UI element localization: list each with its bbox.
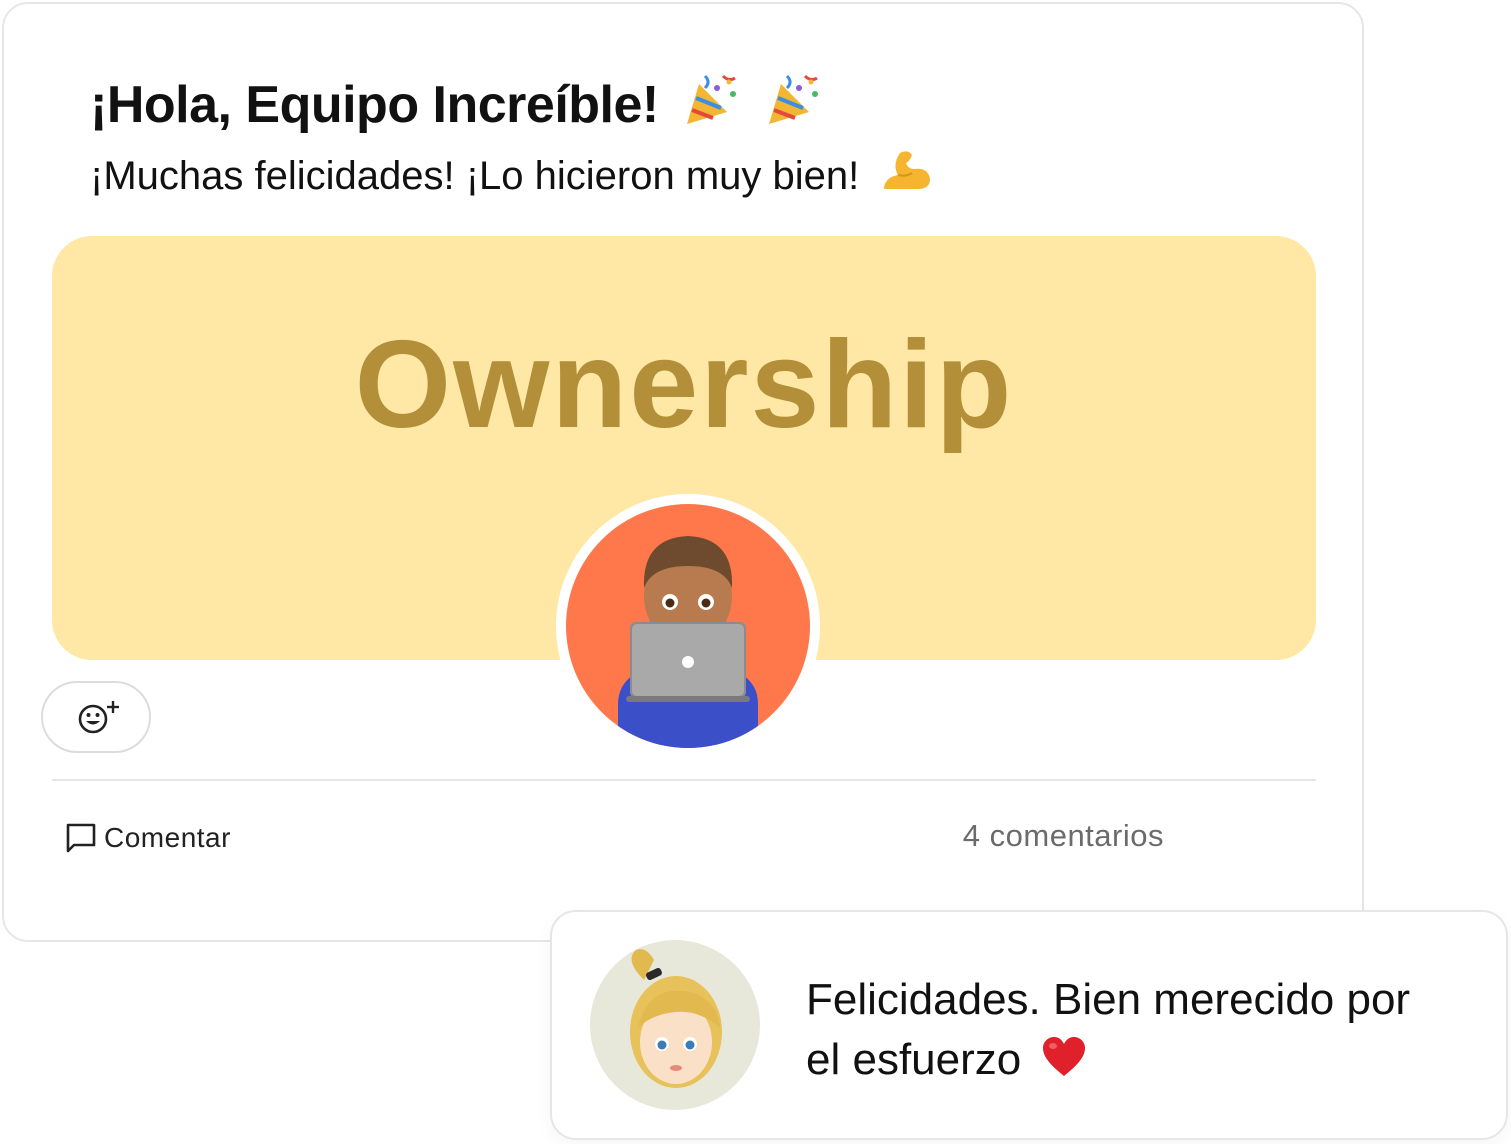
comment-button[interactable]: Comentar [64, 818, 231, 858]
comments-count-link[interactable]: 4 comentarios [963, 818, 1164, 854]
post-title-text: ¡Hola, Equipo Increíble! [90, 76, 659, 134]
banner-value-word: Ownership [354, 316, 1014, 454]
comment-card: Felicidades. Bien merecido por el esfuer… [550, 910, 1508, 1140]
comment-button-label: Comentar [104, 822, 231, 853]
post-subtitle: ¡Muchas felicidades! ¡Lo hicieron muy bi… [90, 147, 932, 205]
post-card: ¡Hola, Equipo Increíble! ¡Muchas felicid… [2, 2, 1364, 942]
blonde-woman-icon [590, 940, 760, 1110]
comment-text: Felicidades. Bien merecido por el esfuer… [806, 970, 1446, 1094]
post-subtitle-text: ¡Muchas felicidades! ¡Lo hicieron muy bi… [90, 154, 860, 198]
red-heart-icon [1041, 1034, 1087, 1094]
technologist-icon [566, 504, 810, 748]
flexed-biceps-icon [880, 147, 932, 205]
comment-body: Felicidades. Bien merecido por el esfuer… [806, 975, 1411, 1084]
add-reaction-button[interactable] [41, 681, 151, 753]
comment-bubble-icon [64, 821, 98, 855]
party-popper-icon [683, 70, 741, 141]
add-reaction-icon [77, 699, 121, 740]
recipient-avatar [556, 494, 820, 758]
post-title: ¡Hola, Equipo Increíble! [90, 70, 823, 141]
party-popper-icon [765, 70, 823, 141]
actions-divider [52, 779, 1316, 781]
